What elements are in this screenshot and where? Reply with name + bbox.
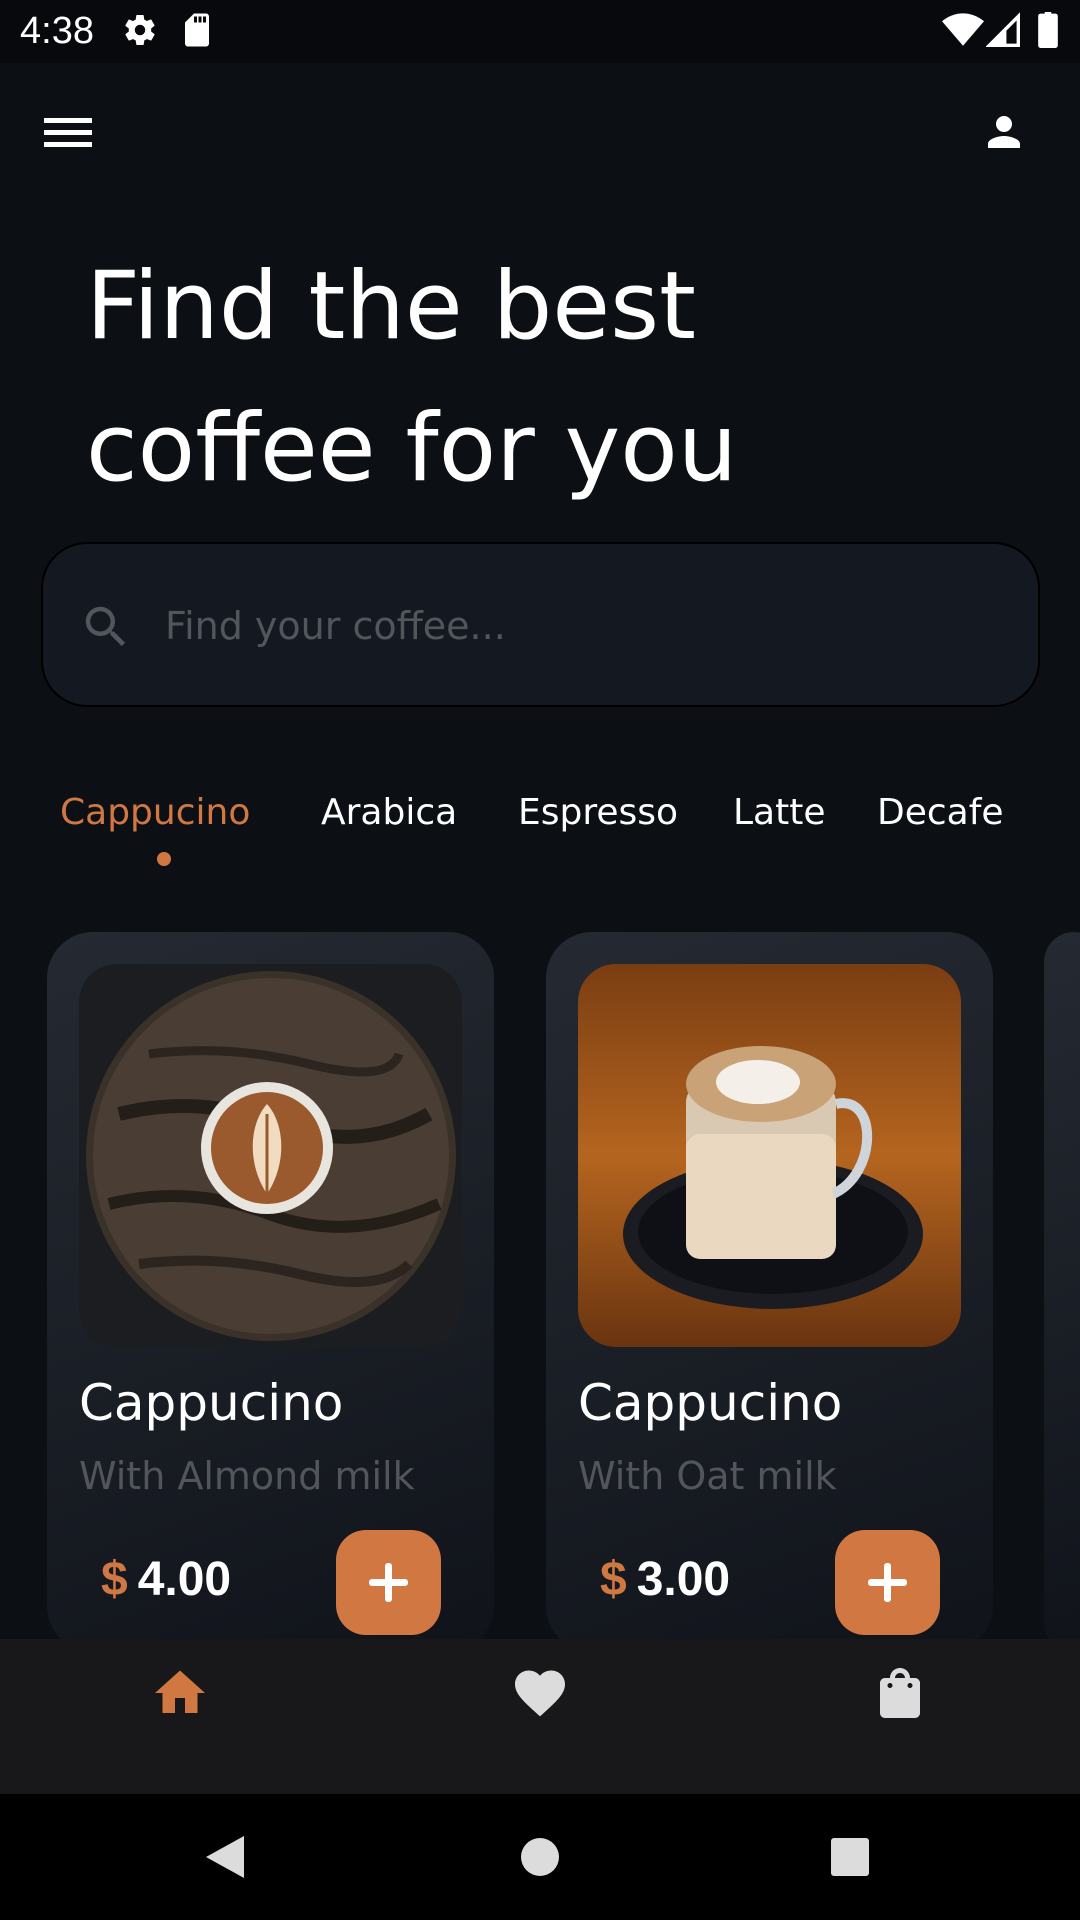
product-card[interactable]: Cappucino With Oat milk $3.00 — [546, 932, 993, 1652]
active-tab-indicator — [157, 852, 171, 866]
nav-favorites[interactable] — [510, 1663, 570, 1723]
back-icon — [206, 1836, 244, 1878]
tab-latte[interactable]: Latte — [733, 786, 826, 840]
recents-button[interactable] — [825, 1832, 875, 1882]
product-name: Cappucino — [578, 1374, 843, 1432]
product-price: $4.00 — [101, 1552, 231, 1607]
person-icon — [988, 116, 1020, 148]
product-name: Cappucino — [79, 1374, 344, 1432]
product-card[interactable]: Cappucino With Almond milk $4.00 — [47, 932, 494, 1652]
heart-icon — [515, 1670, 565, 1717]
product-image — [79, 964, 462, 1347]
product-subtitle: With Oat milk — [578, 1454, 837, 1498]
status-time: 4:38 — [20, 10, 94, 52]
recents-icon — [831, 1838, 869, 1876]
nav-home[interactable] — [150, 1663, 210, 1723]
currency-symbol: $ — [600, 1553, 627, 1606]
plus-icon — [868, 1563, 907, 1602]
price-value: 3.00 — [636, 1553, 731, 1606]
product-subtitle: With Almond milk — [79, 1454, 415, 1498]
currency-symbol: $ — [101, 1553, 128, 1606]
search-icon — [79, 600, 133, 654]
wifi-icon — [942, 12, 984, 52]
search-input[interactable] — [165, 589, 985, 663]
menu-icon — [44, 118, 92, 147]
back-button[interactable] — [200, 1832, 250, 1882]
nav-cart[interactable] — [870, 1663, 930, 1723]
menu-button[interactable] — [44, 112, 102, 160]
sd-card-icon — [182, 12, 212, 52]
bag-icon — [880, 1668, 920, 1718]
tab-arabica[interactable]: Arabica — [321, 786, 457, 840]
product-price: $3.00 — [600, 1552, 730, 1607]
home-button[interactable] — [515, 1832, 565, 1882]
tab-decafe[interactable]: Decafe — [877, 786, 1004, 840]
signal-icon — [985, 12, 1020, 52]
tab-espresso[interactable]: Espresso — [518, 786, 678, 840]
product-card-peek[interactable] — [1044, 932, 1080, 1652]
plus-icon — [369, 1563, 408, 1602]
battery-icon — [1038, 12, 1058, 52]
add-to-cart-button[interactable] — [336, 1530, 441, 1635]
home-circle-icon — [521, 1838, 559, 1876]
add-to-cart-button[interactable] — [835, 1530, 940, 1635]
status-bar: 4:38 — [0, 0, 1080, 63]
system-navigation-bar — [0, 1794, 1080, 1920]
home-icon — [155, 1670, 205, 1713]
headline-line-2: coffee for you — [86, 394, 738, 503]
search-bar[interactable] — [41, 542, 1040, 707]
tab-cappucino[interactable]: Cappucino — [60, 786, 250, 840]
product-image — [578, 964, 961, 1347]
price-value: 4.00 — [137, 1553, 232, 1606]
page-title: Find the best coffee for you — [86, 236, 986, 520]
gear-icon — [122, 12, 158, 52]
headline-line-1: Find the best — [86, 252, 696, 361]
profile-button[interactable] — [980, 108, 1040, 168]
bottom-navigation — [0, 1639, 1080, 1794]
